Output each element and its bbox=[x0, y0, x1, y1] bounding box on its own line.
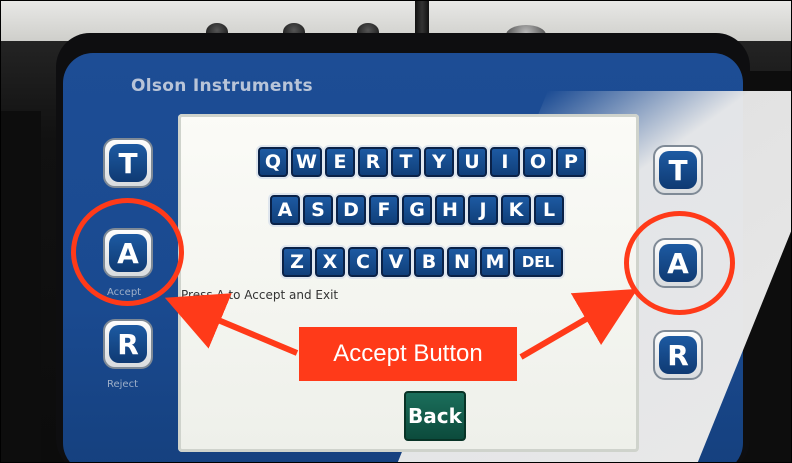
arrow-left bbox=[164, 293, 299, 356]
annotation-arrows bbox=[164, 288, 638, 360]
photo-frame: Olson Instruments T A Accept R Reject T … bbox=[0, 0, 792, 463]
arrow-right bbox=[519, 288, 638, 360]
accept-button-callout: Accept Button bbox=[299, 327, 517, 381]
